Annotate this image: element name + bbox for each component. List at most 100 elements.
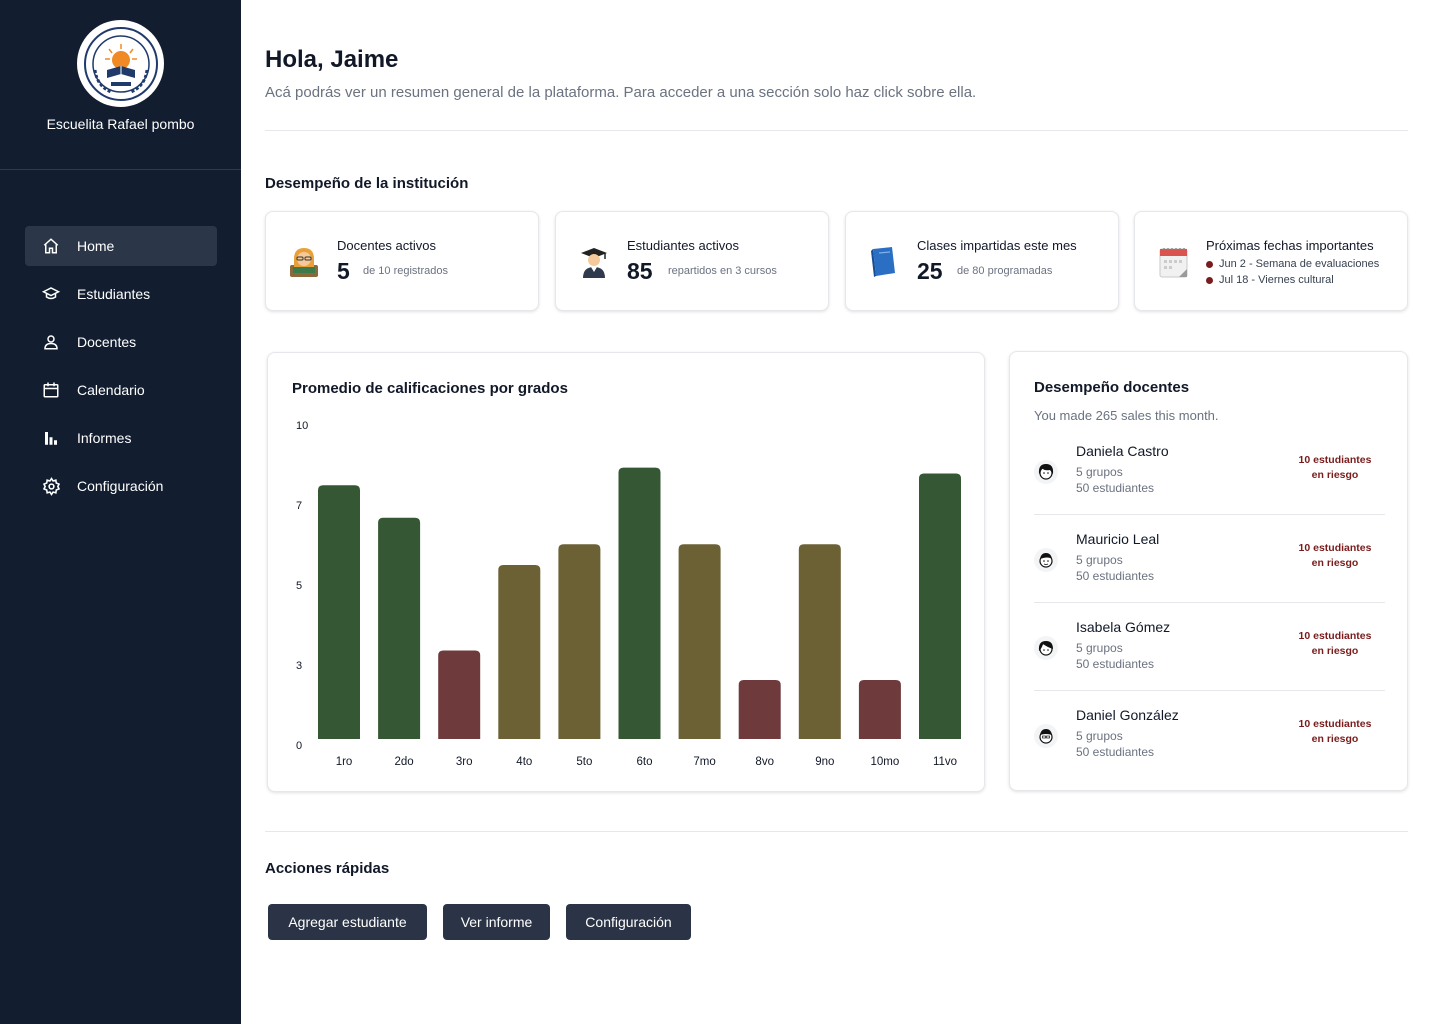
risk-badge: 10 estudiantes en riesgo [1298,454,1372,481]
teacher-row[interactable]: Isabela Gómez 5 grupos 50 estudiantes 10… [1034,619,1385,707]
graduation-cap-icon [41,284,61,304]
bar-4to[interactable] [498,564,541,739]
x-tick-label: 9no [815,756,834,768]
teacher-row[interactable]: Daniela Castro 5 grupos 50 estudiantes 1… [1034,443,1385,531]
risk-badge: 10 estudiantes en riesgo [1298,630,1372,657]
teacher-row[interactable]: Daniel González 5 grupos 50 estudiantes … [1034,707,1385,795]
sidebar: Escuelita Rafael pombo Home Estudiantes … [0,0,241,1024]
grades-chart-card: Promedio de calificaciones por grados 03… [267,352,985,792]
stat-note: repartidos en 3 cursos [668,265,777,277]
teachers-performance-card: Desempeño docentes You made 265 sales th… [1009,351,1408,791]
settings-button[interactable]: Configuración [566,904,691,940]
sidebar-divider [0,169,241,170]
bar-9no[interactable] [798,544,841,739]
y-tick-label: 10 [296,420,308,432]
grades-bar-chart: 0 3 5 7 10 1ro 2do 3ro 4to 5to 6to 7mo 8vo 9no 10mo 11v… [296,420,961,768]
school-name: Escuelita Rafael pombo [46,116,195,132]
sidebar-item-home[interactable]: Home [25,226,217,266]
quick-actions-divider [265,831,1408,832]
x-tick-label: 3ro [456,756,473,768]
bullet-dot [1206,276,1213,284]
avatar [1034,460,1058,484]
bar-3ro[interactable] [438,650,481,740]
avatar [1034,636,1058,660]
bar-11vo[interactable] [919,473,961,740]
date-text: Jul 18 - Viernes cultural [1219,274,1334,286]
avatar [1034,724,1058,748]
x-tick-label: 5to [576,756,592,768]
stat-value: 85 [627,258,653,284]
sidebar-item-docentes[interactable]: Docentes [25,322,217,362]
sidebar-nav: Home Estudiantes Docentes Calendario Inf… [25,226,217,514]
bar-5to[interactable] [558,544,601,739]
calendar-pad-icon [1157,245,1189,279]
add-student-button[interactable]: Agregar estudiante [268,904,427,940]
bar-6to[interactable] [618,467,661,739]
sidebar-item-informes[interactable]: Informes [25,418,217,458]
x-tick-label: 10mo [871,756,900,768]
y-tick-label: 7 [296,500,302,512]
stat-card-clases[interactable]: Clases impartidas este mes 25 de 80 prog… [845,211,1119,311]
stat-card-estudiantes[interactable]: Estudiantes activos 85 repartidos en 3 c… [555,211,829,311]
teacher-students: 50 estudiantes [1076,481,1155,495]
header-divider [265,130,1408,131]
x-tick-label: 6to [637,756,653,768]
sidebar-item-label: Estudiantes [77,286,151,302]
view-report-button[interactable]: Ver informe [443,904,550,940]
stat-title: Estudiantes activos [627,238,740,253]
row-divider [1034,690,1385,691]
y-tick-label: 0 [296,740,302,752]
important-dates-list: Jun 2 - Semana de evaluaciones Jul 18 - … [1206,256,1379,288]
risk-badge: 10 estudiantes en riesgo [1298,718,1372,745]
y-tick-label: 3 [296,660,302,672]
teacher-groups: 5 grupos [1076,553,1123,567]
page-title: Hola, Jaime [265,46,399,73]
calendar-icon [41,380,61,400]
x-tick-label: 7mo [693,756,715,768]
bar-2do[interactable] [378,517,421,739]
sidebar-item-label: Home [77,238,115,254]
x-tick-label: 8vo [755,756,774,768]
stat-card-docentes[interactable]: Docentes activos 5 de 10 registrados [265,211,539,311]
bar-chart-icon [41,428,61,448]
teacher-row[interactable]: Mauricio Leal 5 grupos 50 estudiantes 10… [1034,531,1385,619]
stat-value: 5 [337,258,350,284]
teacher-students: 50 estudiantes [1076,745,1155,759]
x-tick-label: 11vo [933,756,957,768]
bar-8vo[interactable] [738,680,781,739]
page-subtitle: Acá podrás ver un resumen general de la … [265,84,977,101]
sidebar-item-calendario[interactable]: Calendario [25,370,217,410]
bar-1ro[interactable] [318,485,360,739]
stat-title: Clases impartidas este mes [917,238,1077,253]
row-divider [1034,514,1385,515]
row-divider [1034,602,1385,603]
risk-badge: 10 estudiantes en riesgo [1298,542,1372,569]
teacher-groups: 5 grupos [1076,729,1123,743]
y-tick-label: 5 [296,580,302,592]
stat-title: Próximas fechas importantes [1206,238,1374,253]
teacher-students: 50 estudiantes [1076,657,1155,671]
avatar [1034,548,1058,572]
teacher-icon [288,245,320,279]
bar-7mo[interactable] [678,544,721,739]
bar-10mo[interactable] [858,680,901,739]
sidebar-item-label: Calendario [77,382,145,398]
school-logo [77,20,164,107]
stat-card-fechas[interactable]: Próximas fechas importantes Jun 2 - Sema… [1134,211,1408,311]
sidebar-item-configuracion[interactable]: Configuración [25,466,217,506]
teacher-groups: 5 grupos [1076,641,1123,655]
sidebar-item-label: Docentes [77,334,137,350]
user-icon [41,332,61,352]
date-item: Jun 2 - Semana de evaluaciones [1206,256,1379,272]
sidebar-item-estudiantes[interactable]: Estudiantes [25,274,217,314]
teacher-name: Daniel González [1076,707,1179,723]
gear-icon [41,476,61,496]
teacher-name: Mauricio Leal [1076,531,1160,547]
bullet-dot [1206,260,1213,268]
student-icon [578,245,610,279]
teacher-students: 50 estudiantes [1076,569,1155,583]
sidebar-item-label: Configuración [77,478,164,494]
x-tick-label: 1ro [336,756,353,768]
stat-note: de 10 registrados [363,265,448,277]
date-item: Jul 18 - Viernes cultural [1206,272,1379,288]
